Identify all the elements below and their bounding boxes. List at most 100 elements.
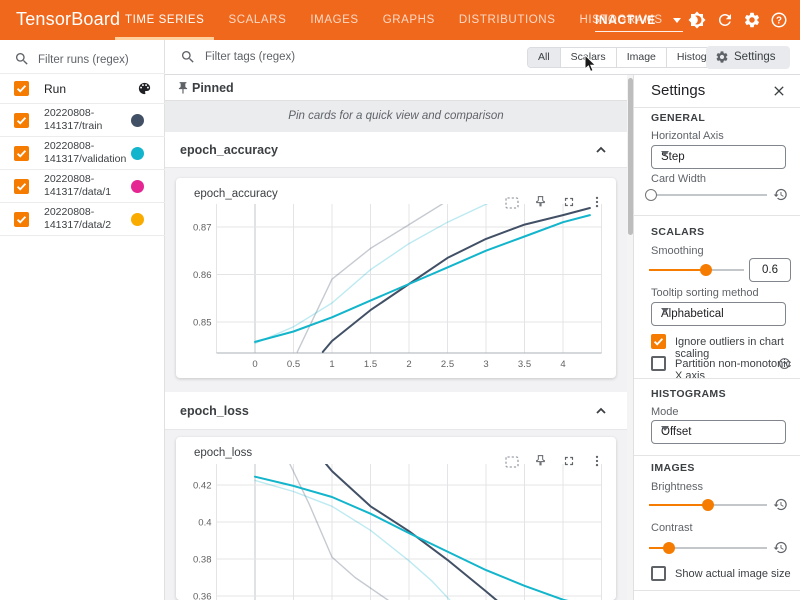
run-color-dot[interactable] [131, 213, 144, 226]
status-label: INACTIVE [595, 13, 656, 27]
fullscreen-icon[interactable] [562, 195, 576, 209]
slider-handle[interactable] [663, 542, 675, 554]
refresh-icon[interactable] [716, 11, 734, 29]
run-row[interactable]: 20220808-141317/data/2 [0, 203, 165, 236]
svg-text:3.5: 3.5 [518, 359, 531, 370]
divider [634, 455, 800, 456]
scalars-heading: SCALARS [651, 226, 705, 238]
filter-button-all[interactable]: All [528, 48, 560, 67]
palette-icon[interactable] [137, 81, 152, 96]
search-icon [180, 49, 196, 65]
reset-icon[interactable] [773, 497, 788, 512]
data-table-toggle-icon[interactable] [504, 195, 520, 211]
help-icon[interactable]: ? [770, 11, 788, 29]
settings-button[interactable]: Settings [706, 46, 790, 69]
slider-handle[interactable] [645, 189, 657, 201]
search-icon [14, 51, 30, 67]
card-width-label: Card Width [651, 173, 706, 185]
svg-text:0.4: 0.4 [198, 518, 211, 529]
svg-text:0.36: 0.36 [193, 592, 212, 600]
svg-text:0.87: 0.87 [193, 223, 212, 234]
scrollbar-thumb[interactable] [628, 78, 633, 235]
smoothing-slider[interactable] [649, 263, 744, 277]
chevron-up-icon[interactable] [593, 142, 609, 158]
card-width-slider[interactable] [649, 188, 767, 202]
reset-icon[interactable] [773, 540, 788, 555]
run-row[interactable]: 20220808-141317/data/1 [0, 170, 165, 203]
reset-icon[interactable] [773, 187, 788, 202]
svg-text:0.42: 0.42 [193, 481, 212, 492]
run-checkbox[interactable] [14, 146, 29, 161]
settings-panel: Settings GENERAL Horizontal Axis Step Ca… [633, 75, 800, 600]
chevron-down-icon [661, 308, 669, 313]
brightness-slider[interactable] [649, 498, 767, 512]
brightness-toggle-icon[interactable] [688, 11, 706, 29]
run-select-all-checkbox[interactable] [14, 81, 29, 96]
kebab-menu-icon[interactable] [590, 454, 604, 468]
tab-scalars[interactable]: SCALARS [216, 0, 298, 40]
run-filter-input[interactable] [38, 48, 156, 72]
tensorboard-logo: TensorBoard [16, 9, 120, 30]
tab-time-series[interactable]: TIME SERIES [113, 0, 216, 40]
filter-button-scalars[interactable]: Scalars [560, 48, 616, 67]
ignore-outliers-checkbox[interactable] [651, 334, 666, 349]
pin-icon[interactable] [534, 453, 547, 468]
tooltip-sort-value: Alphabetical [661, 308, 724, 320]
fullscreen-icon[interactable] [562, 454, 576, 468]
tab-images[interactable]: IMAGES [298, 0, 370, 40]
slider-handle[interactable] [700, 264, 712, 276]
show-actual-size-label: Show actual image size [675, 568, 791, 580]
smoothing-value-input[interactable] [749, 258, 791, 282]
tooltip-sort-dropdown[interactable]: Alphabetical [651, 302, 786, 326]
horizontal-axis-dropdown[interactable]: Step [651, 145, 786, 169]
pin-hint-text: Pin cards for a quick view and compariso… [165, 110, 627, 122]
run-checkbox[interactable] [14, 113, 29, 128]
histogram-mode-label: Mode [651, 406, 679, 418]
slider-handle[interactable] [702, 499, 714, 511]
run-list-header: Run [0, 74, 165, 103]
pinned-title: Pinned [192, 81, 234, 95]
tab-distributions[interactable]: DISTRIBUTIONS [447, 0, 568, 40]
settings-gear-icon[interactable] [743, 11, 761, 29]
show-actual-size-checkbox[interactable] [651, 566, 666, 581]
help-icon[interactable]: ? [778, 357, 791, 370]
section-title: epoch_loss [180, 404, 249, 418]
pin-icon[interactable] [534, 194, 547, 209]
run-color-dot[interactable] [131, 114, 144, 127]
run-name: 20220808-141317/validation [44, 140, 132, 166]
chevron-up-icon[interactable] [593, 403, 609, 419]
run-color-dot[interactable] [131, 180, 144, 193]
histogram-mode-dropdown[interactable]: Offset [651, 420, 786, 444]
run-row[interactable]: 20220808-141317/train [0, 104, 165, 137]
run-checkbox[interactable] [14, 179, 29, 194]
section-header-epoch-loss[interactable]: epoch_loss [165, 392, 627, 430]
scalar-card-epoch-loss: epoch_loss 0.420.40.380.36 [176, 437, 616, 600]
pinned-section-header[interactable]: Pinned [165, 75, 627, 101]
status-dropdown[interactable]: INACTIVE [595, 8, 683, 32]
svg-text:1.5: 1.5 [364, 359, 377, 370]
card-title: epoch_accuracy [194, 188, 278, 200]
chevron-down-icon [661, 426, 669, 431]
run-row[interactable]: 20220808-141317/validation [0, 137, 165, 170]
svg-text:0.5: 0.5 [287, 359, 300, 370]
divider [634, 590, 800, 591]
run-name: 20220808-141317/data/1 [44, 173, 132, 199]
run-color-dot[interactable] [131, 147, 144, 160]
run-checkbox[interactable] [14, 212, 29, 227]
run-name: 20220808-141317/train [44, 107, 132, 133]
kebab-menu-icon[interactable] [590, 195, 604, 209]
data-table-toggle-icon[interactable] [504, 454, 520, 470]
close-icon[interactable] [771, 83, 787, 99]
chevron-down-icon [661, 151, 669, 156]
tag-filter-input[interactable] [205, 46, 405, 68]
contrast-slider[interactable] [649, 541, 767, 555]
images-heading: IMAGES [651, 462, 695, 474]
filter-button-image[interactable]: Image [616, 48, 666, 67]
tab-graphs[interactable]: GRAPHS [371, 0, 447, 40]
contrast-label: Contrast [651, 522, 693, 534]
section-header-epoch-accuracy[interactable]: epoch_accuracy [165, 132, 627, 168]
run-column-label: Run [44, 82, 66, 96]
run-name: 20220808-141317/data/2 [44, 206, 132, 232]
partition-x-checkbox[interactable] [651, 356, 666, 371]
runs-sidebar: Run 20220808-141317/train 20220808-141317… [0, 40, 165, 600]
